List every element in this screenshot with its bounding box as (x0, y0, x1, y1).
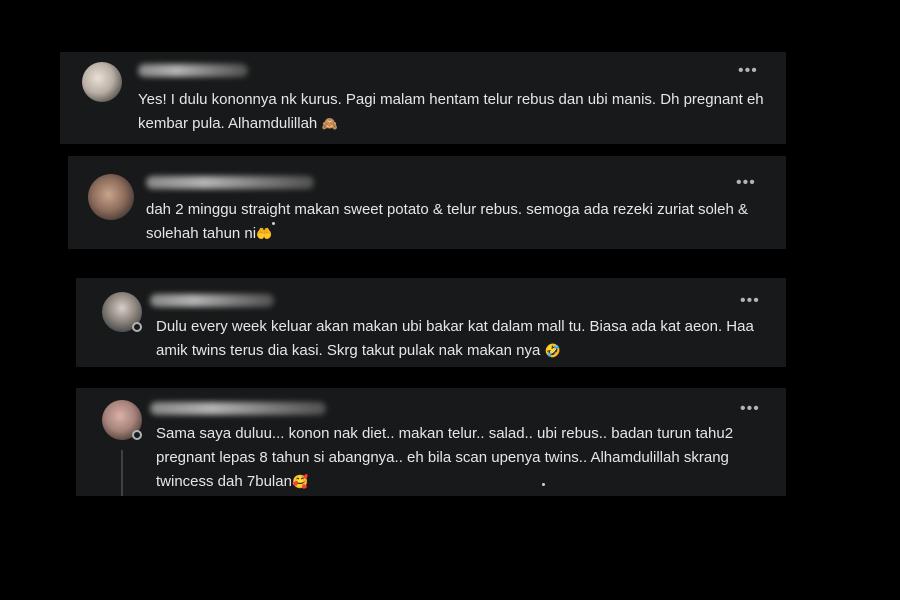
comment-card-1: ••• Yes! I dulu kononnya nk kurus. Pagi … (60, 52, 786, 144)
artifact-dot (542, 483, 545, 486)
commenter-name-redacted[interactable] (146, 176, 314, 189)
comment-text: Sama saya duluu... konon nak diet.. maka… (156, 422, 781, 495)
comment-text-body: Sama saya duluu... konon nak diet.. maka… (156, 425, 734, 490)
see-no-evil-emoji-icon: 🙈 (321, 117, 338, 132)
palms-up-emoji-icon: 🤲 (256, 227, 273, 242)
active-status-icon (132, 322, 142, 332)
comment-text: Yes! I dulu kononnya nk kurus. Pagi mala… (138, 88, 778, 137)
commenter-name-redacted[interactable] (138, 64, 248, 77)
commenter-name-redacted[interactable] (150, 294, 274, 307)
more-options-icon[interactable]: ••• (740, 401, 760, 417)
comment-card-4: ••• Sama saya duluu... konon nak diet.. … (76, 388, 786, 496)
avatar[interactable] (82, 62, 122, 102)
reply-thread-line (121, 450, 123, 496)
comment-text-body: dah 2 minggu straight makan sweet potato… (146, 201, 748, 242)
comment-card-3: ••• Dulu every week keluar akan makan ub… (76, 278, 786, 367)
active-status-icon (132, 430, 142, 440)
more-options-icon[interactable]: ••• (736, 175, 756, 191)
comment-text-body: Dulu every week keluar akan makan ubi ba… (156, 318, 754, 359)
artifact-dot (272, 222, 275, 225)
rolling-laughing-emoji-icon: 🤣 (544, 344, 561, 359)
commenter-name-redacted[interactable] (150, 402, 326, 415)
more-options-icon[interactable]: ••• (740, 293, 760, 309)
comment-text: Dulu every week keluar akan makan ubi ba… (156, 315, 781, 364)
more-options-icon[interactable]: ••• (738, 63, 758, 79)
comment-card-2: ••• dah 2 minggu straight makan sweet po… (68, 156, 786, 249)
comment-text-body: Yes! I dulu kononnya nk kurus. Pagi mala… (138, 91, 764, 132)
smiling-hearts-emoji-icon: 🥰 (291, 475, 309, 490)
comment-text: dah 2 minggu straight makan sweet potato… (146, 198, 776, 247)
avatar[interactable] (88, 174, 134, 220)
